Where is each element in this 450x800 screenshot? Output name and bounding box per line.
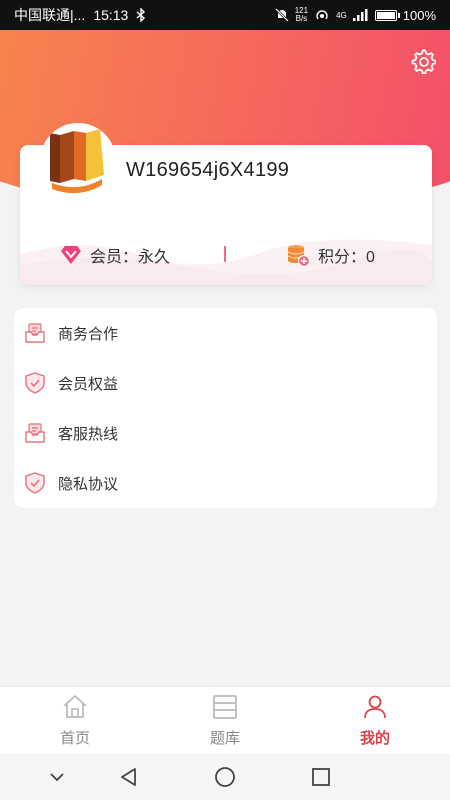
user-icon [364, 695, 386, 719]
battery-icon [374, 9, 400, 21]
menu-item-label: 客服热线 [58, 425, 119, 443]
gear-icon[interactable] [410, 48, 436, 74]
tab-mine[interactable]: 我的 [335, 693, 415, 748]
tab-question-bank[interactable]: 题库 [185, 693, 265, 748]
avatar[interactable] [40, 123, 116, 199]
menu-item-label: 商务合作 [58, 325, 119, 343]
mail-box-icon [25, 423, 45, 443]
menu-item-label: 会员权益 [58, 375, 119, 393]
list-icon [213, 695, 237, 719]
tab-home[interactable]: 首页 [35, 693, 115, 748]
bluetooth-icon [136, 8, 146, 22]
home-button-icon[interactable] [214, 766, 236, 788]
stats-row: 会员：永久 积分：0 [20, 240, 432, 270]
diamond-icon [61, 246, 81, 264]
menu-card: 商务合作 会员权益 客服热线 隐私协议 [14, 308, 437, 508]
points-label: 积分： [318, 249, 367, 266]
stat-divider [224, 246, 226, 262]
network-type: 4G [336, 10, 347, 20]
net-speed: 121 B/s [294, 6, 309, 23]
menu-item-member-benefits[interactable]: 会员权益 [24, 368, 118, 398]
tab-label: 题库 [209, 730, 240, 747]
signal-icon [352, 9, 368, 21]
bottom-nav: 首页 题库 我的 [0, 686, 450, 754]
member-value: 永久 [138, 249, 171, 266]
home-icon [63, 695, 87, 718]
member-label: 会员： [90, 249, 139, 266]
hotspot-icon [316, 10, 328, 20]
menu-item-privacy[interactable]: 隐私协议 [24, 468, 118, 498]
shield-check-icon [25, 372, 45, 394]
shield-check-icon [25, 472, 45, 494]
back-icon[interactable] [118, 766, 140, 788]
carrier-text: 中国联通|... [14, 7, 86, 23]
username: W169654j6X4199 [126, 159, 290, 181]
coins-icon [287, 245, 310, 267]
menu-item-hotline[interactable]: 客服热线 [24, 418, 118, 448]
collapse-icon[interactable] [46, 766, 68, 788]
status-bar: 中国联通|... 15:13 121 B/s 4G 100% [0, 0, 450, 30]
member-stat[interactable]: 会员：永久 [60, 243, 170, 267]
system-nav-bar [0, 754, 450, 800]
mute-bell-icon [274, 8, 289, 22]
clock: 15:13 [93, 7, 129, 23]
points-stat[interactable]: 积分：0 [286, 243, 375, 267]
battery-level: 100% [402, 7, 436, 23]
menu-item-label: 隐私协议 [58, 475, 119, 493]
tab-label: 首页 [59, 730, 90, 747]
tab-label: 我的 [359, 730, 390, 747]
mail-box-icon [25, 323, 45, 343]
avatar-logo-icon [40, 123, 116, 199]
menu-item-business[interactable]: 商务合作 [24, 318, 118, 348]
points-value: 0 [366, 249, 375, 266]
recents-icon[interactable] [310, 766, 332, 788]
